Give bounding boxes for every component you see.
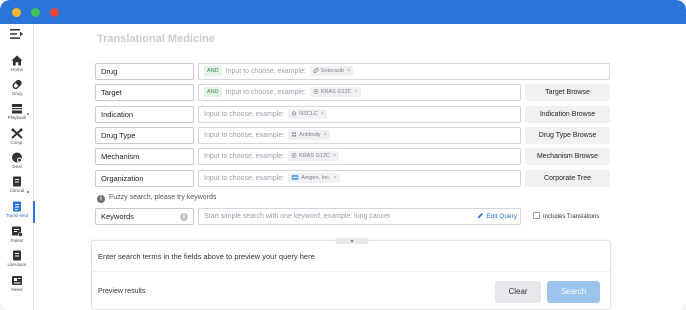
organization-placeholder: Input to choose, example:: [204, 175, 285, 182]
target-browse-button[interactable]: Target Browse: [525, 84, 610, 101]
sidebar-item-playbook[interactable]: Playbook: [0, 103, 34, 125]
drag-handle-icon[interactable]: ◆: [335, 238, 369, 244]
title-bar: [0, 0, 686, 24]
translational-icon: [13, 201, 21, 212]
grid-icon: [292, 132, 297, 137]
remove-chip-icon[interactable]: ×: [321, 111, 324, 117]
remove-chip-icon[interactable]: ×: [324, 132, 327, 138]
drug-type-input[interactable]: Input to choose, example: Antibody ×: [198, 127, 521, 144]
minimize-button[interactable]: [12, 8, 21, 17]
literature-icon: [13, 250, 21, 261]
remove-chip-icon[interactable]: ×: [355, 89, 358, 95]
field-label-target[interactable]: Target: [95, 84, 194, 101]
deal-icon: [12, 152, 22, 163]
sidebar-item-label: Deal: [12, 164, 22, 169]
includes-translations-checkbox[interactable]: Includes Translations: [533, 212, 599, 221]
mechanism-placeholder: Input to choose, example:: [204, 153, 285, 160]
organization-input[interactable]: Input to choose, example: Amgen, Inc. ×: [198, 170, 521, 187]
compare-icon: [11, 128, 23, 139]
sidebar-item-label: Drug: [12, 91, 22, 96]
drug-input[interactable]: AND Input to choose, example: Sotorasib ×: [198, 63, 610, 80]
sidebar-item-deal[interactable]: Deal: [0, 152, 34, 174]
expand-indicator: [27, 191, 29, 193]
example-chip-drug-type[interactable]: Antibody ×: [288, 130, 330, 140]
field-label-indication[interactable]: Indication: [95, 106, 194, 123]
patent-icon: [12, 226, 23, 237]
target-icon: [291, 153, 297, 158]
field-label-organization[interactable]: Organization: [95, 170, 194, 187]
example-chip-drug[interactable]: Sotorasib ×: [309, 66, 354, 76]
field-label-mechanism[interactable]: Mechanism: [95, 148, 194, 165]
clinical-icon: [13, 176, 21, 187]
home-icon: [11, 55, 23, 66]
organization-logo-icon: [291, 175, 299, 180]
sidebar-item-label: Comp.: [10, 140, 24, 145]
keywords-input[interactable]: Start simple search with one keyword, ex…: [198, 208, 521, 225]
collapse-sidebar-icon[interactable]: [10, 28, 24, 40]
pill-icon: [313, 68, 319, 73]
page-title: Translational Medicine: [97, 33, 215, 45]
expand-indicator: [27, 113, 29, 115]
indication-placeholder: Input to choose, example:: [204, 111, 285, 118]
sidebar-item-label: Playbook: [7, 115, 27, 120]
sidebar-item-patent[interactable]: Patent: [0, 226, 34, 248]
and-operator-tag[interactable]: AND: [204, 66, 222, 76]
news-icon: [12, 276, 22, 285]
field-label-drug[interactable]: Drug: [95, 63, 194, 80]
sidebar-item-transl-med[interactable]: Transl Med: [0, 201, 35, 223]
corporate-tree-button[interactable]: Corporate Tree: [525, 170, 610, 187]
sidebar-item-comp[interactable]: Comp.: [0, 128, 34, 150]
info-icon: i: [97, 195, 105, 203]
remove-chip-icon[interactable]: ×: [333, 175, 336, 181]
sidebar-item-literature[interactable]: Literature: [0, 250, 34, 272]
drug-type-placeholder: Input to choose, example:: [204, 132, 285, 139]
indication-browse-button[interactable]: Indication Browse: [525, 106, 610, 123]
sidebar-item-news[interactable]: News: [0, 275, 34, 297]
target-input[interactable]: AND Input to choose, example: KRAS G12C ×: [198, 84, 521, 101]
clear-button[interactable]: Clear: [495, 281, 541, 303]
remove-chip-icon[interactable]: ×: [347, 68, 350, 74]
target-placeholder: Input to choose, example:: [225, 89, 306, 96]
and-operator-tag[interactable]: AND: [204, 87, 222, 97]
pill-icon: [12, 79, 22, 90]
example-chip-target[interactable]: KRAS G12C ×: [309, 87, 361, 97]
remove-chip-icon[interactable]: ×: [333, 153, 336, 159]
drug-placeholder: Input to choose, example:: [225, 68, 306, 75]
preview-results-label: Preview results: [98, 288, 146, 295]
maximize-button[interactable]: [31, 8, 40, 17]
checkbox-box[interactable]: [533, 212, 540, 219]
sidebar-item-label: Literature: [7, 262, 27, 267]
query-preview-panel: ◆ Enter search terms in the fields above…: [91, 238, 611, 310]
example-chip-mechanism[interactable]: KRAS G12C ×: [288, 151, 340, 161]
app-window: Home Drug Playbook Comp. Deal Clinical T…: [0, 0, 686, 310]
field-label-keywords[interactable]: Keywords i: [95, 208, 194, 225]
fuzzy-search-hint: i Fuzzy search, please try keywords: [97, 193, 216, 203]
sidebar-item-home[interactable]: Home: [0, 55, 34, 77]
sidebar-item-label: News: [11, 287, 23, 292]
sidebar-item-label: Transl Med: [5, 213, 29, 218]
preview-hint: Enter search terms in the fields above t…: [98, 252, 315, 261]
target-icon: [313, 89, 319, 94]
edit-query-button[interactable]: Edit Query: [477, 209, 517, 224]
playbook-icon: [12, 104, 22, 114]
keywords-placeholder: Start simple search with one keyword, ex…: [204, 213, 391, 220]
search-button[interactable]: Search: [547, 281, 600, 303]
sidebar-item-drug[interactable]: Drug: [0, 79, 34, 101]
example-chip-indication[interactable]: NSCLC ×: [288, 109, 327, 119]
field-label-drug-type[interactable]: Drug Type: [95, 127, 194, 144]
example-chip-organization[interactable]: Amgen, Inc. ×: [288, 173, 340, 183]
indication-input[interactable]: Input to choose, example: NSCLC ×: [198, 106, 521, 123]
mechanism-browse-button[interactable]: Mechanism Browse: [525, 148, 610, 165]
virus-icon: [291, 111, 297, 116]
sidebar-item-clinical[interactable]: Clinical: [0, 176, 34, 198]
sidebar-item-label: Patent: [10, 238, 24, 243]
sidebar-item-label: Home: [10, 67, 23, 72]
mechanism-input[interactable]: Input to choose, example: KRAS G12C ×: [198, 148, 521, 165]
sidebar: Home Drug Playbook Comp. Deal Clinical T…: [0, 24, 35, 310]
close-button[interactable]: [50, 8, 59, 17]
divider: [92, 271, 610, 272]
pencil-icon: [478, 213, 484, 218]
info-icon[interactable]: i: [180, 213, 188, 221]
drug-type-browse-button[interactable]: Drug Type Browse: [525, 127, 610, 144]
